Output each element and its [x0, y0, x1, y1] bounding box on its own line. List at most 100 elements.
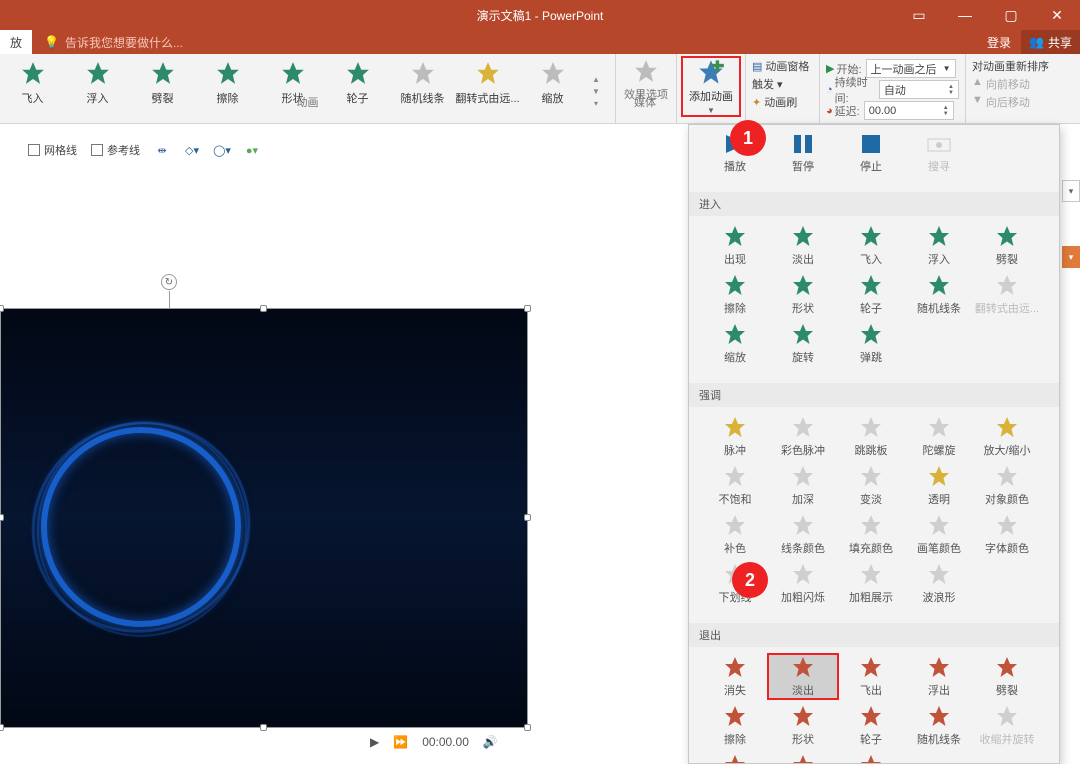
anim-option[interactable]: 线条颜色: [769, 513, 837, 556]
anim-option[interactable]: 加粗展示: [837, 562, 905, 605]
anim-option[interactable]: 脉冲: [701, 415, 769, 458]
animation-painter-button[interactable]: ✦动画刷: [752, 94, 813, 110]
playback-time: 00:00.00: [422, 735, 469, 749]
pane-icon: ▤: [752, 60, 762, 73]
rail-marker[interactable]: ▾: [1062, 246, 1080, 268]
anim-option[interactable]: 劈裂: [973, 224, 1041, 267]
anim-option[interactable]: 填充颜色: [837, 513, 905, 556]
anim-option[interactable]: 陀螺旋: [905, 415, 973, 458]
step-button[interactable]: ⏩: [393, 735, 408, 749]
ribbon-group-labels: 动画 媒体: [0, 94, 680, 124]
delay-spinner[interactable]: 00.00▲▼: [864, 101, 954, 120]
login-link[interactable]: 登录: [977, 34, 1021, 51]
anim-option[interactable]: 轮子: [837, 273, 905, 316]
anim-option[interactable]: 旋转: [769, 753, 837, 764]
anim-option[interactable]: 跳跳板: [837, 415, 905, 458]
move-earlier-button[interactable]: ▲向前移动: [972, 76, 1069, 92]
video-object[interactable]: ↻: [0, 308, 528, 728]
anim-option: 翻转式由远...: [973, 273, 1041, 316]
anim-option[interactable]: 补色: [701, 513, 769, 556]
play-button[interactable]: ▶: [370, 735, 379, 749]
anim-option[interactable]: 弹跳: [837, 322, 905, 365]
ribbon-display-options-icon[interactable]: ▭: [896, 0, 942, 30]
window-controls: ▭ — ▢ ✕: [896, 0, 1080, 30]
duration-spinner[interactable]: 自动▲▼: [879, 80, 959, 99]
rail-dropdown-button[interactable]: ▾: [1062, 180, 1080, 202]
anim-option[interactable]: 擦除: [701, 704, 769, 747]
anim-option[interactable]: 形状: [769, 273, 837, 316]
media-seek: 搜寻: [905, 133, 973, 174]
close-icon[interactable]: ✕: [1034, 0, 1080, 30]
anim-option[interactable]: 对象颜色: [973, 464, 1041, 507]
ruler-icon[interactable]: ⇹: [154, 142, 170, 158]
anim-option[interactable]: 劈裂: [973, 655, 1041, 698]
anim-option[interactable]: 随机线条: [905, 273, 973, 316]
trigger-button[interactable]: 触发 ▾: [752, 76, 813, 92]
delay-icon: ◕: [826, 105, 833, 117]
category-emphasis: 强调: [689, 383, 1059, 407]
anim-option[interactable]: 加深: [769, 464, 837, 507]
animation-pane-button[interactable]: ▤动画窗格: [752, 58, 813, 74]
anim-option[interactable]: 淡出: [769, 655, 837, 698]
share-button[interactable]: 👥 共享: [1021, 30, 1080, 54]
shape-dropdown-icon[interactable]: ◇▾: [184, 142, 200, 158]
share-icon: 👥: [1029, 35, 1044, 49]
volume-icon[interactable]: 🔊: [483, 735, 498, 749]
anim-option[interactable]: 透明: [905, 464, 973, 507]
minimize-icon[interactable]: —: [942, 0, 988, 30]
start-dropdown[interactable]: 上一动画之后▼: [866, 59, 956, 78]
maximize-icon[interactable]: ▢: [988, 0, 1034, 30]
lightbulb-icon: 💡: [44, 35, 59, 49]
view-toolbar: 网格线 参考线 ⇹ ◇▾ ◯▾ ●▾: [28, 142, 260, 158]
anim-option[interactable]: 缩放: [701, 322, 769, 365]
anim-option[interactable]: 飞出: [837, 655, 905, 698]
fill-dropdown-icon[interactable]: ●▾: [244, 142, 260, 158]
timing-section: ▶开始: 上一动画之后▼ ◔持续时间: 自动▲▼ ◕延迟: 00.00▲▼: [819, 54, 965, 123]
painter-icon: ✦: [752, 96, 761, 109]
anim-option[interactable]: 飞入: [837, 224, 905, 267]
add-animation-button[interactable]: 添加动画 ▼: [683, 58, 739, 115]
add-animation-dropdown: 播放 暂停 停止 搜寻 进入 出现淡出飞入浮入劈裂擦除形状轮子随机线条翻转式由远…: [688, 124, 1060, 764]
ribbon-tabs: 放 💡 告诉我您想要做什么...: [0, 30, 1080, 54]
anim-option[interactable]: 浮出: [905, 655, 973, 698]
anim-option[interactable]: 变淡: [837, 464, 905, 507]
anim-option[interactable]: 波浪形: [905, 562, 973, 605]
media-pause[interactable]: 暂停: [769, 133, 837, 174]
anim-option[interactable]: 不饱和: [701, 464, 769, 507]
exit-row: 消失淡出飞出浮出劈裂擦除形状轮子随机线条收缩并旋转缩放旋转弹跳: [689, 647, 1059, 764]
media-stop[interactable]: 停止: [837, 133, 905, 174]
anim-option[interactable]: 出现: [701, 224, 769, 267]
tell-me-placeholder: 告诉我您想要做什么...: [65, 34, 183, 51]
chevron-down-icon: ▼: [707, 106, 715, 115]
tell-me-input[interactable]: 💡 告诉我您想要做什么...: [44, 34, 183, 51]
entrance-row: 出现淡出飞入浮入劈裂擦除形状轮子随机线条翻转式由远... 缩放旋转弹跳: [689, 216, 1059, 383]
anim-option[interactable]: 消失: [701, 655, 769, 698]
anim-option[interactable]: 淡出: [769, 224, 837, 267]
anim-option[interactable]: 字体颜色: [973, 513, 1041, 556]
anim-option[interactable]: 轮子: [837, 704, 905, 747]
anim-option[interactable]: 彩色脉冲: [769, 415, 837, 458]
category-exit: 退出: [689, 623, 1059, 647]
anim-option[interactable]: 加粗闪烁: [769, 562, 837, 605]
anim-option[interactable]: 随机线条: [905, 704, 973, 747]
anim-option[interactable]: 画笔颜色: [905, 513, 973, 556]
anim-option[interactable]: 缩放: [701, 753, 769, 764]
add-animation-section: 添加动画 ▼: [676, 54, 745, 123]
anim-option[interactable]: 浮入: [905, 224, 973, 267]
anim-option[interactable]: 形状: [769, 704, 837, 747]
annotation-badge-1: 1: [730, 120, 766, 156]
up-arrow-icon: ▲: [972, 76, 983, 92]
advanced-animation: ▤动画窗格 触发 ▾ ✦动画刷: [745, 54, 819, 123]
anim-option[interactable]: 放大/缩小: [973, 415, 1041, 458]
anim-option[interactable]: 弹跳: [837, 753, 905, 764]
rotate-handle[interactable]: ↻: [161, 274, 177, 290]
gridlines-checkbox[interactable]: 网格线: [28, 142, 77, 158]
circle-dropdown-icon[interactable]: ◯▾: [214, 142, 230, 158]
anim-option[interactable]: 旋转: [769, 322, 837, 365]
reorder-label: 对动画重新排序: [972, 58, 1069, 74]
anim-option[interactable]: 擦除: [701, 273, 769, 316]
guides-checkbox[interactable]: 参考线: [91, 142, 140, 158]
category-entrance: 进入: [689, 192, 1059, 216]
move-later-button[interactable]: ▼向后移动: [972, 94, 1069, 110]
tab-active[interactable]: 放: [0, 30, 32, 54]
